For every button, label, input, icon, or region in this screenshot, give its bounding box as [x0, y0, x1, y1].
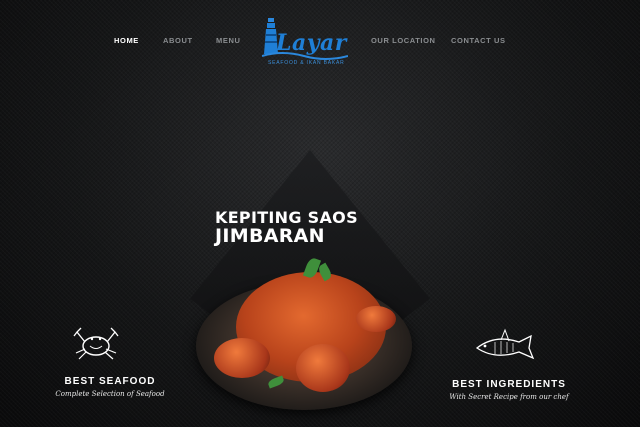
- feature-title: BEST SEAFOOD: [64, 376, 156, 387]
- nav-our-location[interactable]: OUR LOCATION: [371, 36, 436, 45]
- crab-leg: [356, 306, 396, 332]
- feature-best-seafood-text: BEST SEAFOOD Complete Selection of Seafo…: [40, 376, 180, 398]
- logo[interactable]: Layar SEAFOOD & IKAN BAKAR: [261, 14, 349, 72]
- crab-claw-right: [296, 344, 350, 392]
- logo-wordmark: Layar: [276, 30, 347, 56]
- main-nav: HOME ABOUT MENU Layar SEAFOOD & IKAN BAK…: [0, 0, 640, 80]
- fish-icon: [475, 328, 535, 360]
- feature-subtitle: Complete Selection of Seafood: [55, 390, 165, 398]
- logo-tagline: SEAFOOD & IKAN BAKAR: [268, 60, 345, 66]
- feature-best-seafood: [56, 322, 136, 371]
- nav-contact-us[interactable]: CONTACT US: [451, 36, 506, 45]
- crab-claw-left: [214, 338, 270, 378]
- nav-about[interactable]: ABOUT: [163, 36, 193, 45]
- feature-subtitle: With Secret Recipe from our chef: [449, 393, 569, 401]
- hero-title-line2: JIMBARAN: [215, 224, 325, 247]
- nav-home[interactable]: HOME: [114, 36, 139, 45]
- nav-menu[interactable]: MENU: [216, 36, 240, 45]
- feature-best-ingredients-text: BEST INGREDIENTS With Secret Recipe from…: [438, 379, 580, 401]
- feature-best-ingredients: [472, 326, 544, 371]
- feature-title: BEST INGREDIENTS: [452, 379, 566, 390]
- hero-title: KEPITING SAOS JIMBARAN: [215, 209, 358, 247]
- crab-icon: [73, 327, 119, 360]
